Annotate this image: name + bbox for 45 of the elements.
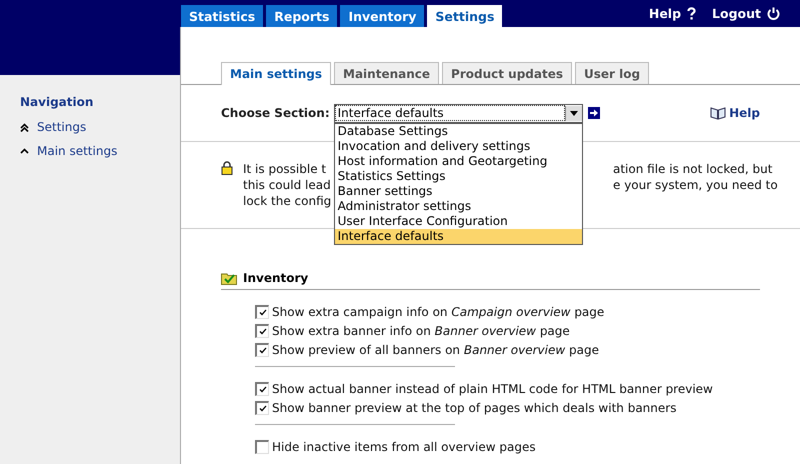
checkbox-label: Show extra campaign info on Campaign overview page bbox=[272, 304, 604, 318]
checkbox-label: Show extra banner info on Banner overview page bbox=[272, 324, 570, 338]
checkbox[interactable] bbox=[255, 304, 269, 318]
checkbox[interactable] bbox=[255, 324, 269, 338]
top-link[interactable]: Help bbox=[648, 6, 696, 21]
checkbox-label: Show banner preview at the top of pages which deals with banners bbox=[272, 400, 676, 414]
chevron-up-icon bbox=[20, 148, 29, 154]
top-tab[interactable]: Inventory bbox=[340, 5, 424, 27]
top-tab[interactable]: Settings bbox=[427, 5, 502, 27]
power-icon bbox=[767, 7, 780, 20]
sidebar-item[interactable]: Settings bbox=[20, 115, 180, 139]
checkbox-label: Show actual banner instead of plain HTML code for HTML banner preview bbox=[272, 382, 713, 396]
check-mark-icon bbox=[258, 308, 266, 316]
top-link[interactable]: Logout bbox=[712, 6, 780, 21]
sub-tab[interactable]: Main settings bbox=[221, 62, 332, 85]
checkbox[interactable] bbox=[255, 342, 269, 356]
check-mark-icon bbox=[258, 328, 266, 334]
sub-tab[interactable]: User log bbox=[575, 62, 650, 84]
group-title: Inventory bbox=[243, 271, 308, 285]
checkbox-label: Hide inactive items from all overview pages bbox=[272, 440, 536, 454]
checkbox[interactable] bbox=[255, 400, 269, 414]
caret-icon bbox=[570, 110, 578, 116]
sub-tab[interactable]: Product updates bbox=[442, 62, 572, 84]
folder-check-icon bbox=[221, 271, 237, 285]
padlock-icon bbox=[221, 161, 233, 175]
sidebar-item[interactable]: Main settings bbox=[20, 139, 180, 163]
notice-text: e your system, you need to bbox=[613, 177, 779, 193]
go-arrow-icon[interactable] bbox=[588, 107, 600, 119]
check-mark-icon bbox=[258, 404, 266, 412]
question-mark-icon bbox=[687, 7, 696, 20]
double-chevron-up-icon bbox=[20, 122, 29, 132]
checkbox[interactable] bbox=[255, 440, 269, 454]
help-link[interactable]: Help bbox=[710, 106, 760, 120]
checkbox-label: Show preview of all banners on Banner overview page bbox=[272, 342, 599, 356]
field-label: Choose Section: bbox=[221, 106, 330, 120]
top-tab[interactable]: Statistics bbox=[181, 5, 264, 27]
sidebar-title: Navigation bbox=[20, 95, 94, 109]
check-mark-icon bbox=[258, 386, 266, 392]
sub-tab[interactable]: Maintenance bbox=[334, 62, 440, 84]
checkbox[interactable] bbox=[255, 382, 269, 396]
book-icon bbox=[710, 106, 726, 120]
check-mark-icon bbox=[258, 346, 266, 354]
dropdown-option[interactable]: Interface defaults bbox=[334, 228, 582, 244]
top-tab[interactable]: Reports bbox=[266, 5, 338, 27]
notice-text: ation file is not locked, but bbox=[613, 161, 774, 177]
